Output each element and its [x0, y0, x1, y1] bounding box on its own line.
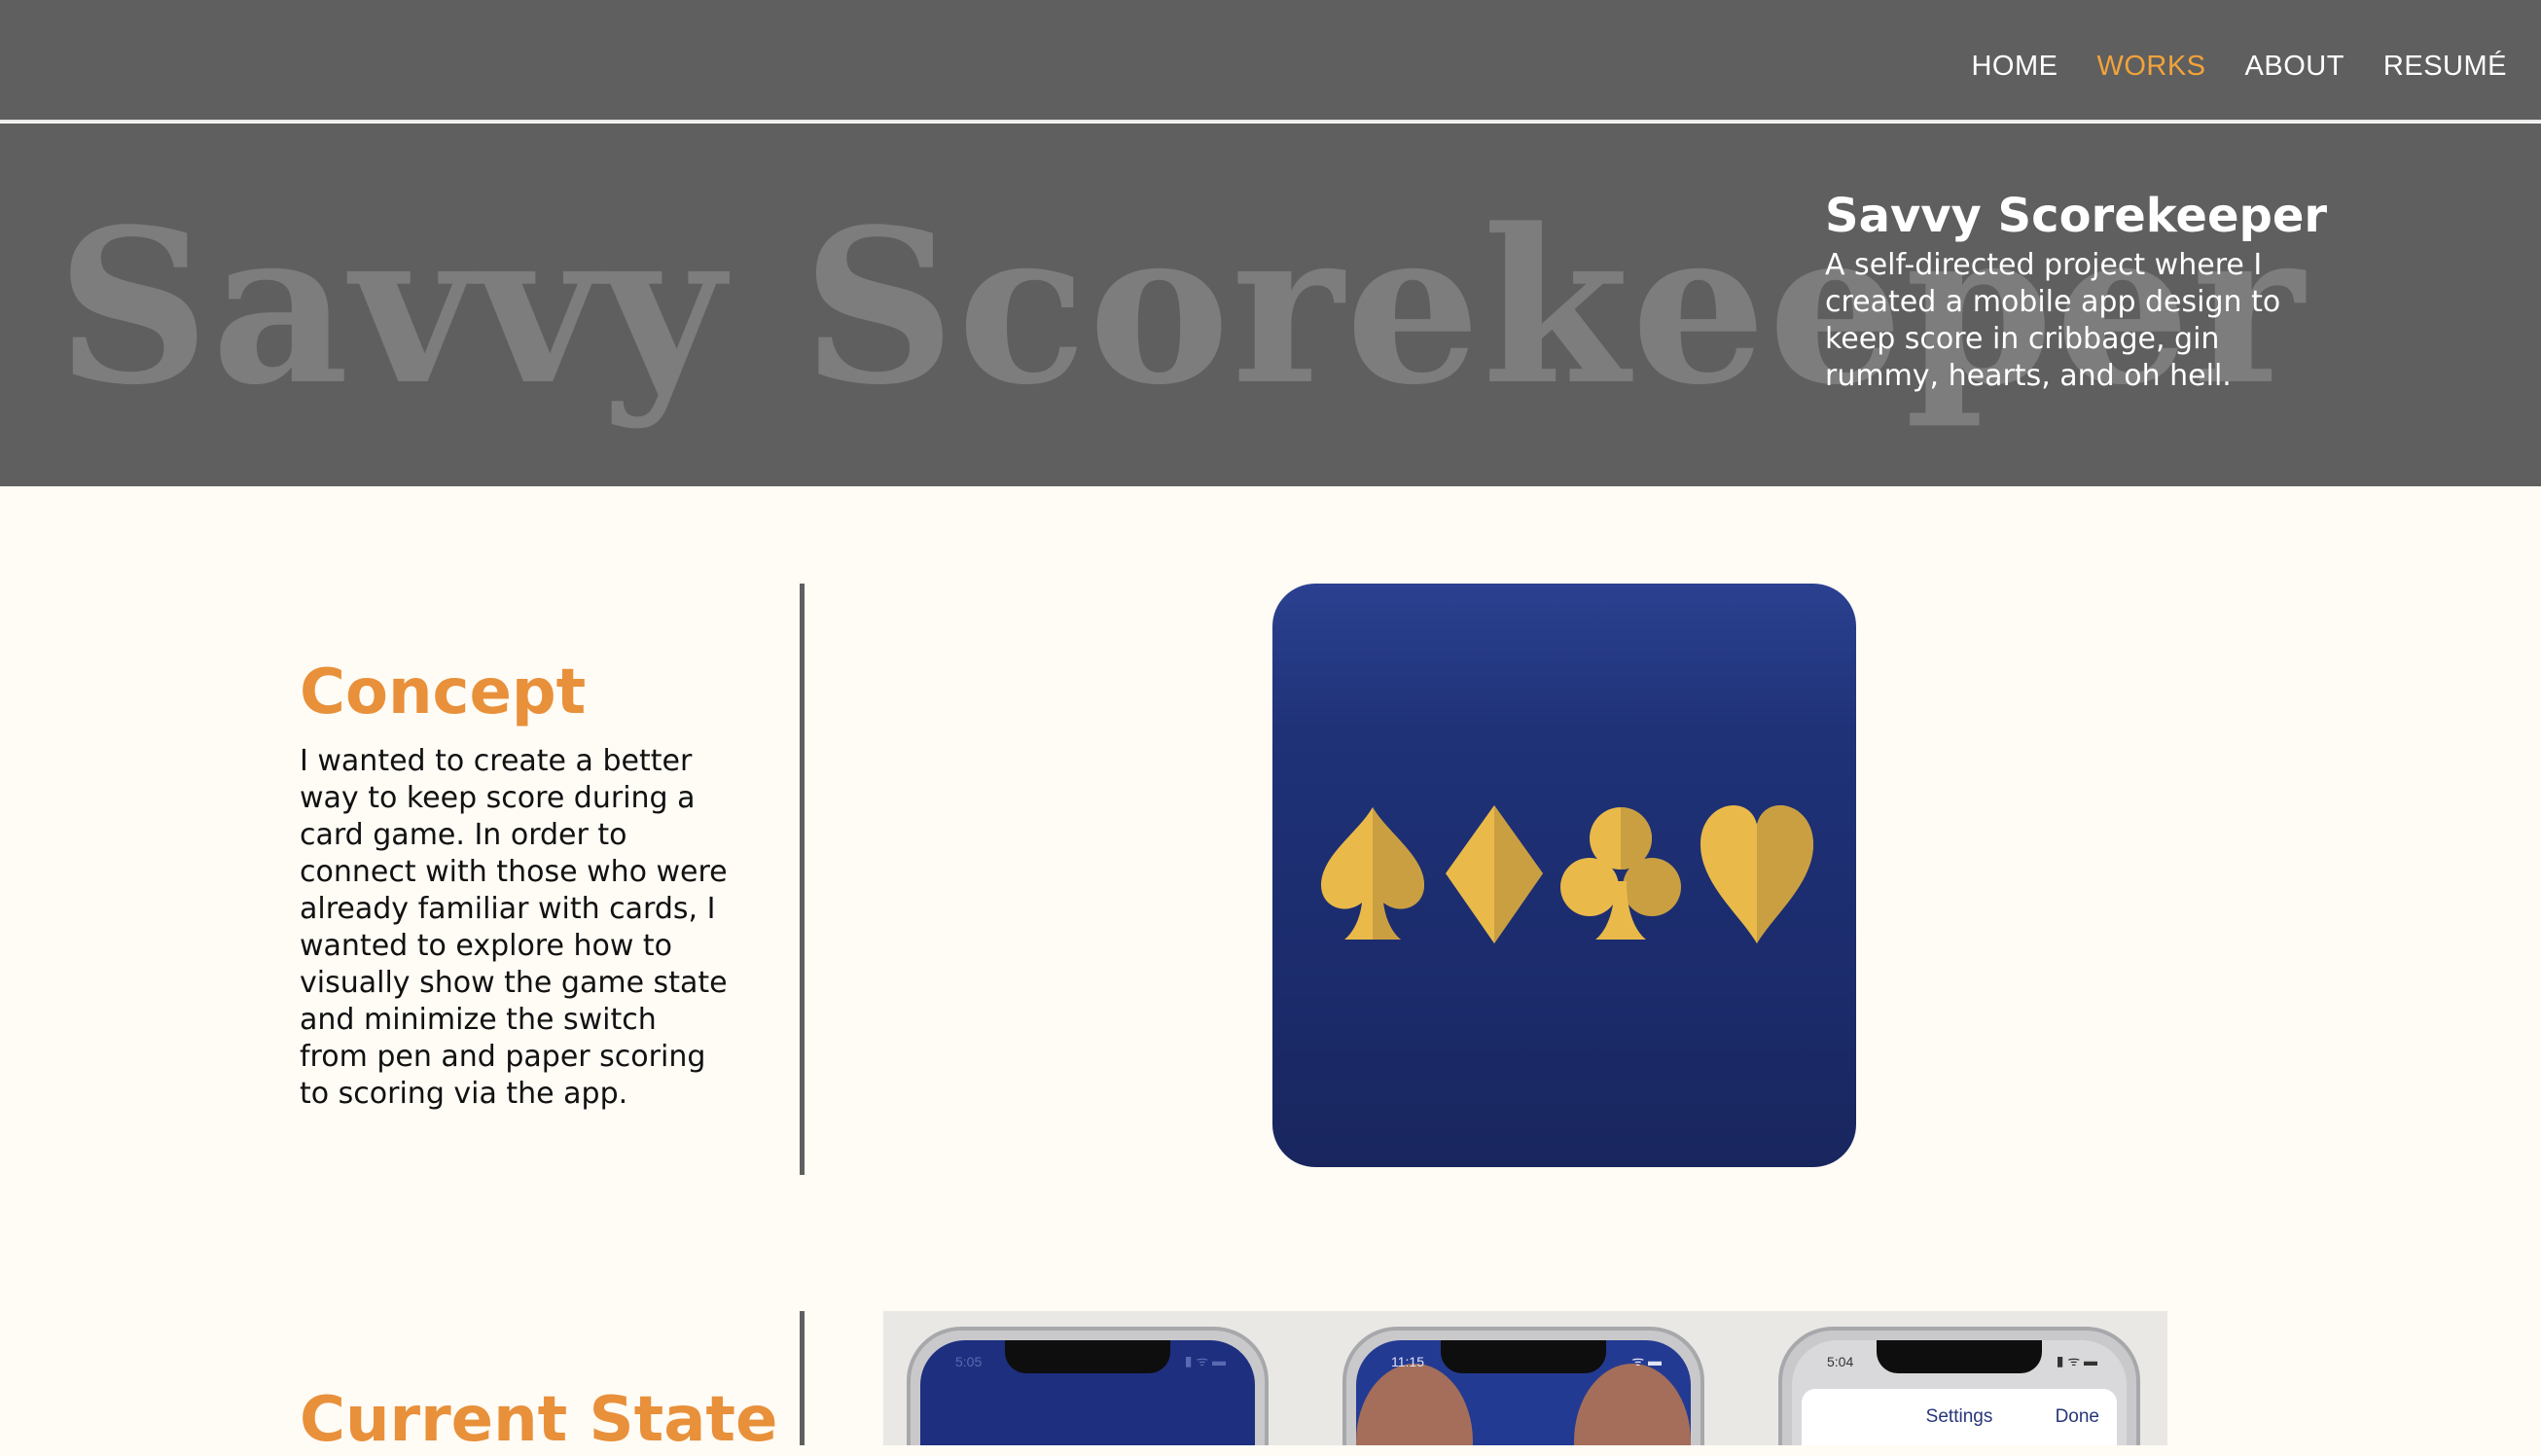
card-suits-graphic — [1321, 805, 1813, 943]
card-back-shape — [1574, 1364, 1691, 1445]
spade-icon — [1321, 807, 1424, 940]
concept-heading: Concept — [300, 657, 587, 728]
card-back-shape — [1356, 1364, 1473, 1445]
phone-screen: 5:05 ▮ ᯤ ▬ — [920, 1340, 1255, 1445]
concept-text: I wanted to create a better way to keep … — [300, 744, 728, 1111]
done-button[interactable]: Done — [2056, 1406, 2099, 1428]
phone-mockup: 5:05 ▮ ᯤ ▬ — [907, 1327, 1269, 1445]
current-state-divider — [800, 1311, 805, 1445]
nav-resume-link[interactable]: RESUMÉ — [2383, 51, 2507, 83]
heart-icon — [1700, 805, 1813, 943]
phone-notch — [1877, 1340, 2042, 1373]
phone-mockup: 5:04 ▮ ᯤ ▬ Settings Done — [1778, 1327, 2140, 1445]
concept-divider — [800, 584, 805, 1175]
app-icon — [1272, 584, 1856, 1167]
phone-screen: 5:04 ▮ ᯤ ▬ Settings Done — [1792, 1340, 2127, 1445]
status-icons: ᯤ ▬ — [1631, 1353, 1662, 1368]
nav-home-link[interactable]: HOME — [1971, 51, 2058, 83]
project-description: A self-directed project where I created … — [1825, 248, 2281, 394]
phone-screen: 11:15 ᯤ ▬ — [1356, 1340, 1691, 1445]
project-title: Savvy Scorekeeper — [1825, 189, 2328, 243]
diamond-icon — [1446, 805, 1543, 943]
status-time: 5:04 — [1827, 1354, 1854, 1369]
status-icons: ▮ ᯤ ▬ — [2056, 1353, 2097, 1368]
app-screens-preview: 5:05 ▮ ᯤ ▬ 11:15 ᯤ ▬ 5:04 ▮ ᯤ ▬ Settings… — [883, 1311, 2167, 1445]
status-icons: ▮ ᯤ ▬ — [1184, 1353, 1226, 1368]
nav-works-link[interactable]: WORKS — [2096, 51, 2205, 83]
status-time: 11:15 — [1391, 1354, 1424, 1369]
nav-about-link[interactable]: ABOUT — [2245, 51, 2344, 83]
settings-sheet: Settings Done — [1802, 1389, 2117, 1445]
phone-notch — [1441, 1340, 1606, 1373]
status-time: 5:05 — [955, 1354, 983, 1369]
hero-info: Savvy Scorekeeper A self-directed projec… — [1825, 189, 2331, 395]
current-state-heading: Current State — [300, 1384, 778, 1456]
main-nav: HOME WORKS ABOUT RESUMÉ — [1971, 51, 2507, 83]
club-icon — [1560, 807, 1681, 940]
site-header: HOME WORKS ABOUT RESUMÉ — [0, 0, 2541, 122]
phone-mockup: 11:15 ᯤ ▬ — [1342, 1327, 1704, 1445]
hero-banner: Savvy Scorekeeper Savvy Scorekeeper A se… — [0, 124, 2541, 486]
phone-notch — [1005, 1340, 1170, 1373]
